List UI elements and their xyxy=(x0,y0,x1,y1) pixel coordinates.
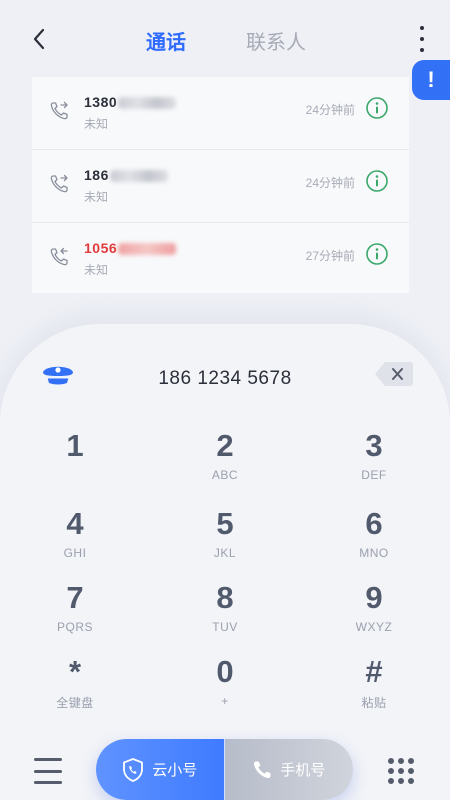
menu-line xyxy=(34,769,62,773)
key-8[interactable]: 8 TUV xyxy=(170,580,280,650)
caller-number: 1056 xyxy=(84,240,177,256)
key-letters: TUV xyxy=(212,620,238,634)
caller-number: 1380 xyxy=(84,94,177,110)
key-digit: 1 xyxy=(66,428,84,463)
key-digit: 3 xyxy=(365,428,383,463)
caller-label: 未知 xyxy=(84,263,109,277)
key-letters: DEF xyxy=(361,468,387,482)
backspace-icon[interactable] xyxy=(374,360,414,388)
key-1[interactable]: 1 xyxy=(20,428,130,498)
caller-label: 未知 xyxy=(84,190,109,204)
key-7[interactable]: 7 PQRS xyxy=(20,580,130,650)
key-letters: 粘贴 xyxy=(361,696,387,710)
grid-dot xyxy=(398,758,404,764)
alert-badge[interactable]: ! xyxy=(412,60,450,100)
key-letters: ABC xyxy=(211,468,239,482)
info-icon[interactable] xyxy=(365,242,389,266)
key-letters: WXYZ xyxy=(355,620,393,634)
grid-dot xyxy=(388,768,394,774)
outgoing-call-icon xyxy=(50,174,68,193)
key-2[interactable]: 2 ABC xyxy=(170,428,280,498)
chevron-left-icon xyxy=(33,28,45,50)
redacted-digits xyxy=(118,243,177,256)
key-letters: + xyxy=(221,694,229,708)
phone-icon xyxy=(254,761,271,778)
call-button-group: 云小号 手机号 xyxy=(96,739,353,800)
key-6[interactable]: 6 MNO xyxy=(319,506,429,576)
grid-dot xyxy=(398,778,404,784)
grid-dot xyxy=(408,768,414,774)
key-5[interactable]: 5 JKL xyxy=(170,506,280,576)
menu-line xyxy=(34,758,62,761)
tab-contacts[interactable]: 联系人 xyxy=(246,26,306,55)
key-letters: MNO xyxy=(359,546,389,560)
call-row[interactable]: 1056 未知 27分钟前 xyxy=(32,223,409,293)
key-0[interactable]: 0 + xyxy=(170,654,280,724)
call-time: 24分钟前 xyxy=(305,103,355,117)
grid-dot xyxy=(388,778,394,784)
more-button[interactable] xyxy=(414,26,430,52)
more-dot xyxy=(420,37,424,41)
redacted-digits xyxy=(109,170,168,183)
key-digit: 5 xyxy=(216,506,234,541)
shield-phone-icon xyxy=(123,757,144,782)
info-icon[interactable] xyxy=(365,169,389,193)
key-digit: 2 xyxy=(216,428,234,463)
key-star[interactable]: * 全键盘 xyxy=(20,654,130,724)
tab-calls[interactable]: 通话 xyxy=(146,26,186,55)
key-letters: 全键盘 xyxy=(56,696,94,710)
phone-number-call-button[interactable]: 手机号 xyxy=(224,739,353,800)
grid-dot xyxy=(408,758,414,764)
call-row[interactable]: 186 未知 24分钟前 xyxy=(32,150,409,223)
key-digit: 9 xyxy=(365,580,383,615)
key-hash[interactable]: # 粘贴 xyxy=(319,654,429,724)
caller-number: 186 xyxy=(84,167,168,183)
outgoing-call-icon xyxy=(50,101,68,120)
key-digit: 4 xyxy=(66,506,84,541)
key-digit: # xyxy=(365,654,383,689)
key-digit: 7 xyxy=(66,580,84,615)
key-4[interactable]: 4 GHI xyxy=(20,506,130,576)
grid-dot xyxy=(388,758,394,764)
key-digit: 0 xyxy=(216,654,234,689)
top-bar: 通话 联系人 xyxy=(0,0,450,78)
call-row[interactable]: 1380 未知 24分钟前 xyxy=(32,77,409,150)
key-digit: 8 xyxy=(216,580,234,615)
cloud-number-label: 云小号 xyxy=(152,762,198,779)
dialpad-grid-icon[interactable] xyxy=(388,758,414,784)
grid-dot xyxy=(408,778,414,784)
more-dot xyxy=(420,48,424,52)
incoming-call-icon xyxy=(50,247,68,266)
key-letters: JKL xyxy=(213,546,237,560)
call-time: 27分钟前 xyxy=(305,249,355,263)
dialpad-panel: 186 1234 5678 1 2 ABC 3 DEF 4 GHI 5 JKL … xyxy=(0,324,450,800)
key-9[interactable]: 9 WXYZ xyxy=(319,580,429,650)
info-icon[interactable] xyxy=(365,96,389,120)
phone-number-label: 手机号 xyxy=(280,762,326,779)
back-button[interactable] xyxy=(24,24,54,54)
key-digit: * xyxy=(68,654,82,689)
menu-line xyxy=(34,781,62,784)
grid-dot xyxy=(398,768,404,774)
key-letters: PQRS xyxy=(56,620,93,634)
call-time: 24分钟前 xyxy=(305,176,355,190)
caller-label: 未知 xyxy=(84,117,109,131)
cloud-number-call-button[interactable]: 云小号 xyxy=(96,739,225,800)
key-3[interactable]: 3 DEF xyxy=(319,428,429,498)
more-dot xyxy=(420,26,424,30)
call-history-list: 1380 未知 24分钟前 186 未知 24分钟前 1056 未知 27分钟前 xyxy=(32,77,409,293)
key-digit: 6 xyxy=(365,506,383,541)
menu-icon[interactable] xyxy=(34,758,62,784)
key-letters: GHI xyxy=(63,546,87,560)
redacted-digits xyxy=(118,97,177,110)
